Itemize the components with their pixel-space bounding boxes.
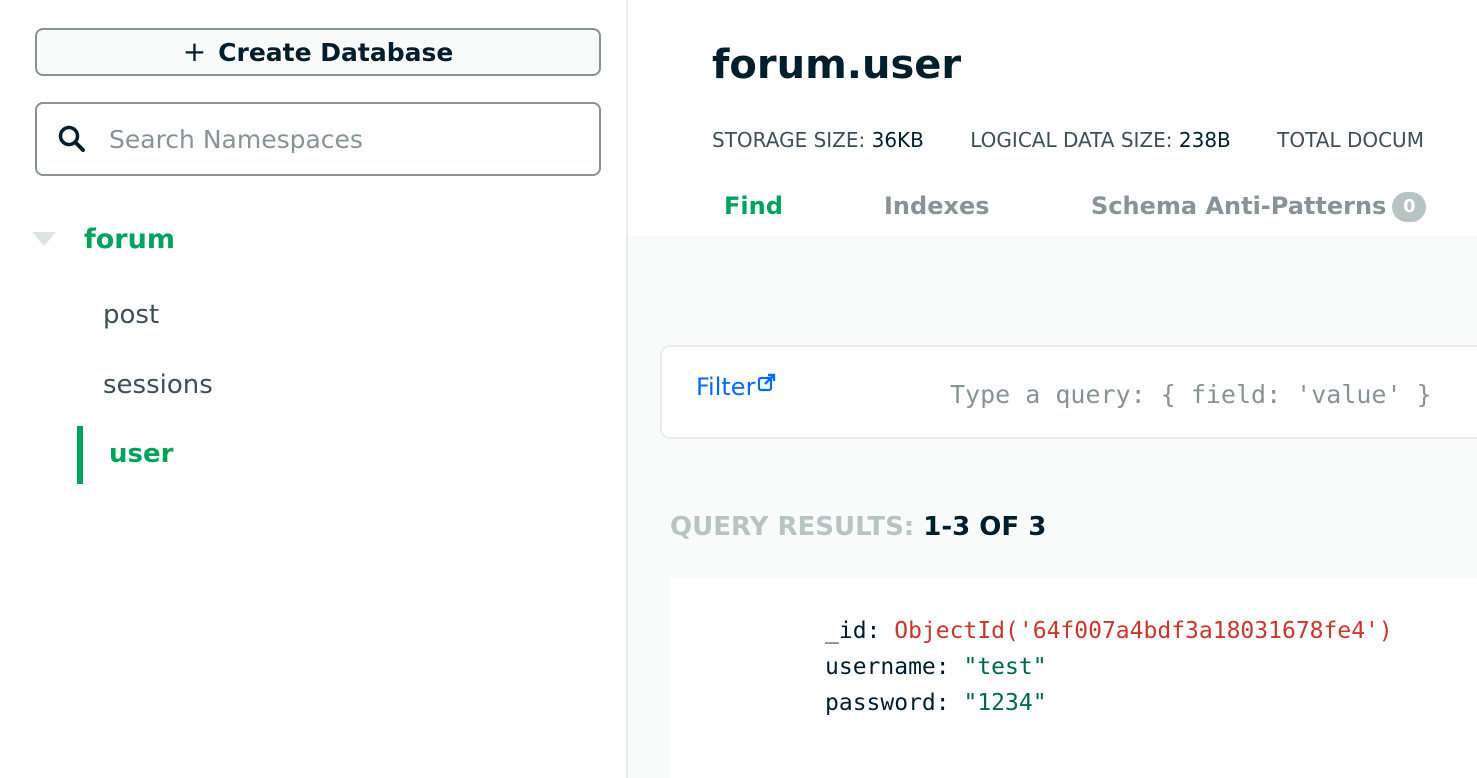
stat-label: LOGICAL DATA SIZE: [970, 128, 1173, 152]
collection-item-sessions[interactable]: sessions [103, 370, 213, 400]
collection-stats: STORAGE SIZE: 36KB LOGICAL DATA SIZE: 23… [712, 128, 1464, 152]
stat-value: 238B [1178, 128, 1231, 152]
field-value: "1234" [963, 690, 1047, 716]
field-key: username: [825, 654, 950, 680]
filter-query-input[interactable] [948, 379, 1477, 410]
query-results-summary: QUERY RESULTS: 1-3 OF 3 [670, 512, 1046, 542]
stat-total-documents: TOTAL DOCUM [1277, 128, 1424, 152]
results-count: 1-3 OF 3 [923, 512, 1047, 542]
filter-label: Filter [696, 373, 756, 401]
stat-label: TOTAL DOCUM [1277, 128, 1424, 152]
create-database-button[interactable]: + Create Database [35, 28, 601, 76]
results-label: QUERY RESULTS: [670, 512, 915, 542]
filter-link[interactable]: Filter [696, 373, 777, 401]
document-field-password: password: "1234" [825, 690, 1047, 716]
page-title: forum.user [712, 42, 962, 88]
collection-item-user[interactable]: user [109, 439, 173, 469]
search-namespaces-input[interactable] [107, 123, 571, 155]
caret-down-icon[interactable] [32, 232, 56, 246]
field-key: password: [825, 690, 950, 716]
database-item-forum[interactable]: forum [32, 218, 175, 260]
document-card[interactable]: _id: ObjectId('64f007a4bdf3a18031678fe4'… [670, 578, 1477, 778]
tab-label: Schema Anti-Patterns [1091, 192, 1387, 220]
field-value: ObjectId('64f007a4bdf3a18031678fe4') [894, 618, 1393, 644]
search-icon [58, 125, 85, 152]
filter-bar: Filter [660, 345, 1477, 439]
field-value: "test" [963, 654, 1047, 680]
database-name: forum [84, 223, 175, 255]
create-database-label: Create Database [218, 37, 454, 67]
stat-storage-size: STORAGE SIZE: 36KB [712, 128, 924, 152]
stat-logical-data-size: LOGICAL DATA SIZE: 238B [970, 128, 1231, 152]
sidebar: + Create Database forum post sessions us… [0, 0, 628, 778]
external-link-icon [758, 373, 776, 392]
count-badge: 0 [1392, 192, 1427, 222]
document-field-username: username: "test" [825, 654, 1047, 680]
active-indicator [77, 426, 83, 484]
document-field-id: _id: ObjectId('64f007a4bdf3a18031678fe4'… [825, 618, 1393, 644]
search-box[interactable] [35, 102, 601, 176]
stat-value: 36KB [871, 128, 924, 152]
field-key: _id: [825, 618, 881, 644]
stat-label: STORAGE SIZE: [712, 128, 866, 152]
collection-item-post[interactable]: post [103, 300, 159, 330]
tab-indexes[interactable]: Indexes [884, 192, 990, 220]
main-panel: forum.user STORAGE SIZE: 36KB LOGICAL DA… [628, 0, 1477, 778]
tab-find[interactable]: Find [724, 192, 783, 220]
plus-icon: + [182, 35, 207, 68]
tab-schema-anti-patterns[interactable]: Schema Anti-Patterns 0 [1091, 192, 1427, 222]
